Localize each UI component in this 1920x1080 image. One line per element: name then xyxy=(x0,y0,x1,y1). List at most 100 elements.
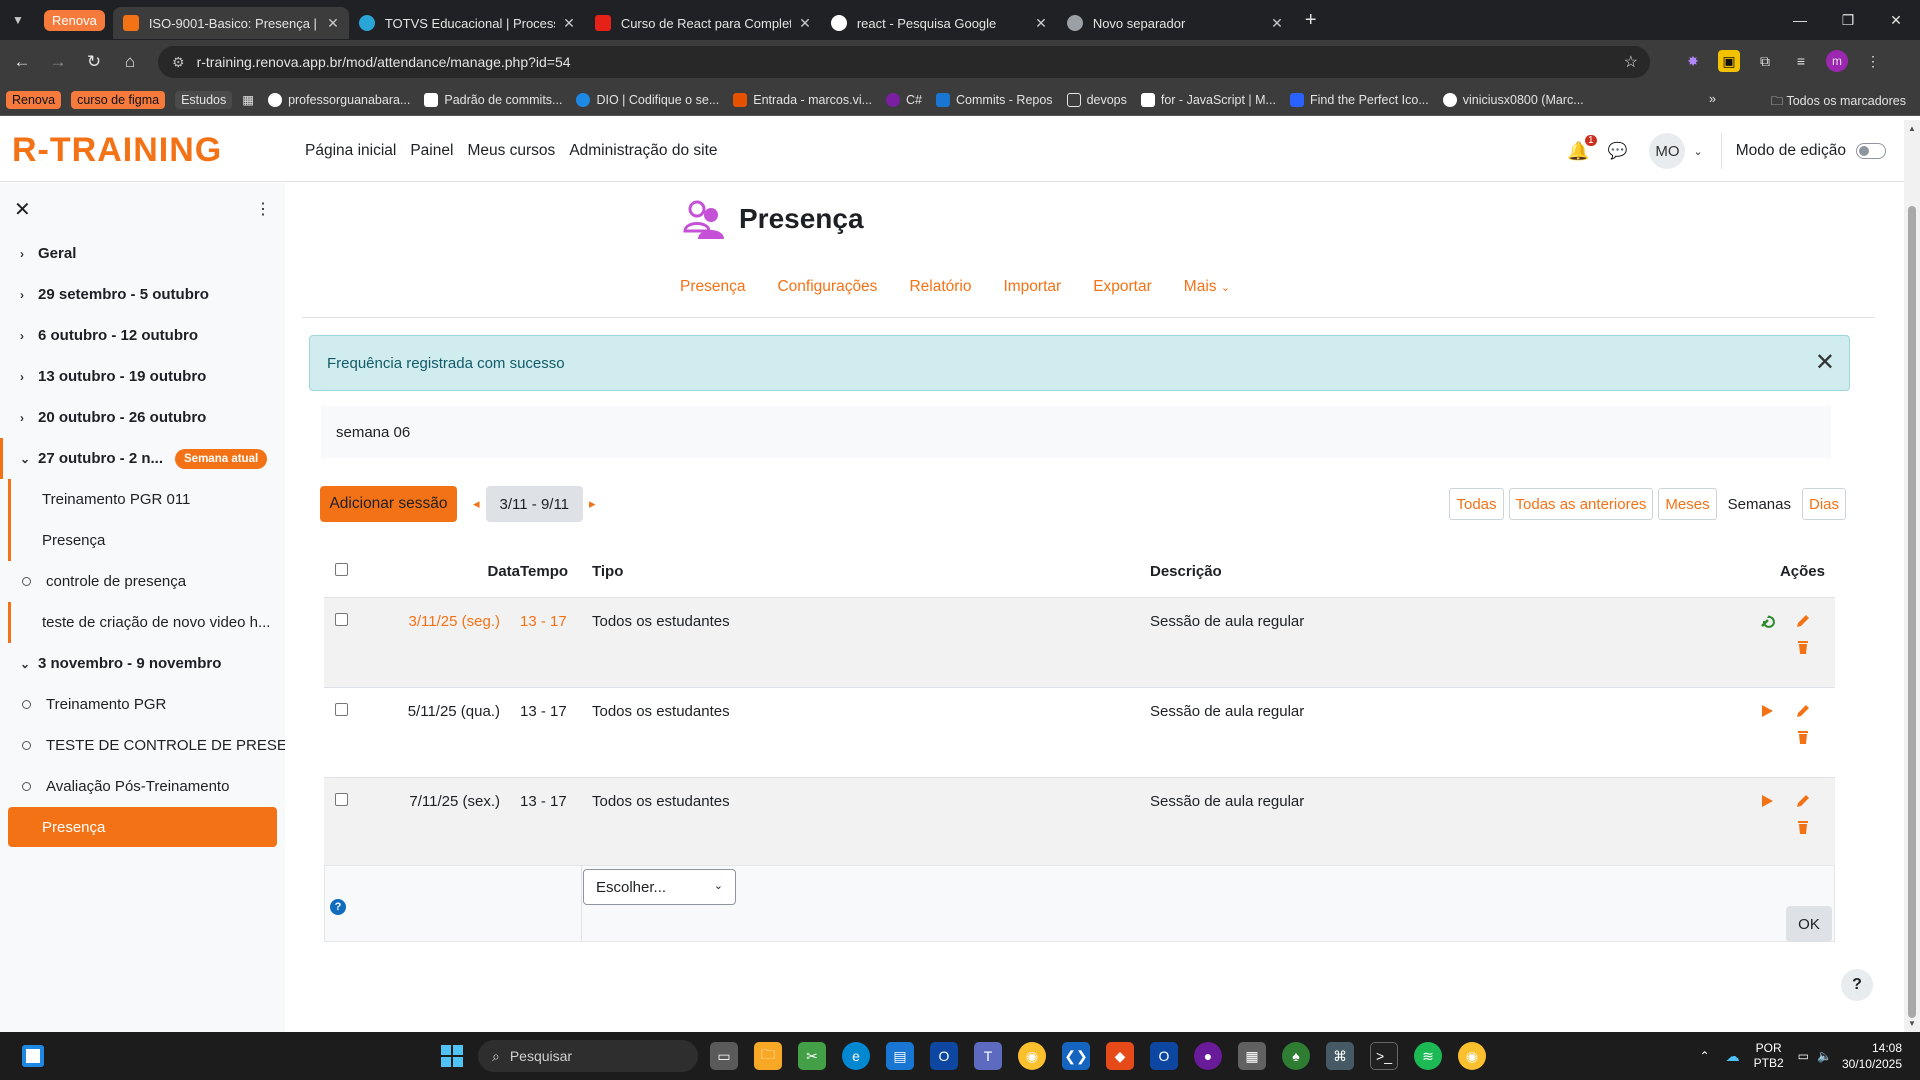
outlook-icon[interactable]: O xyxy=(930,1042,958,1070)
bookmark-item[interactable]: for - JavaScript | M... xyxy=(1140,92,1276,107)
teams-icon[interactable]: T xyxy=(974,1042,1002,1070)
change-attendance-icon[interactable] xyxy=(1759,613,1775,629)
page-help-button[interactable]: ? xyxy=(1841,969,1873,1001)
onedrive-cloud-icon[interactable]: ☁ xyxy=(1726,1048,1740,1065)
calculator-icon[interactable]: ▦ xyxy=(1238,1042,1266,1070)
activity-item-active[interactable]: Presença xyxy=(8,807,277,847)
new-tab-icon[interactable]: + xyxy=(1305,9,1317,32)
all-bookmarks[interactable]: 🗀 Todos os marcadores xyxy=(1771,92,1906,113)
browser-tab[interactable]: Novo separador ✕ xyxy=(1057,7,1293,39)
extension-yellow-icon[interactable]: ▣ xyxy=(1718,50,1740,72)
edit-pencil-icon[interactable] xyxy=(1795,613,1811,629)
previous-week-arrow-icon[interactable]: ◂ xyxy=(473,496,480,512)
mongodb-icon[interactable]: ♠ xyxy=(1282,1042,1310,1070)
back-icon[interactable]: ← xyxy=(4,52,40,72)
browser-tab[interactable]: TOTVS Educacional | Processo S ✕ xyxy=(349,7,585,39)
browser-tab[interactable]: react - Pesquisa Google ✕ xyxy=(821,7,1057,39)
chevron-right-icon[interactable]: › xyxy=(20,329,38,343)
close-tab-icon[interactable]: ✕ xyxy=(799,15,811,32)
session-time-link[interactable]: 13 - 17 xyxy=(520,597,592,688)
close-tab-icon[interactable]: ✕ xyxy=(327,15,339,32)
browser-tab[interactable]: ISO-9001-Basico: Presença | R-T ✕ xyxy=(112,7,349,39)
take-attendance-play-icon[interactable] xyxy=(1759,793,1775,809)
site-info-icon[interactable]: ⚙ xyxy=(172,54,185,71)
chevron-down-icon[interactable]: ⌄ xyxy=(20,452,38,466)
next-week-arrow-icon[interactable]: ▸ xyxy=(589,496,596,512)
tab-export[interactable]: Exportar xyxy=(1093,278,1152,296)
activity-item[interactable]: Treinamento PGR 011 xyxy=(8,479,285,520)
row-checkbox[interactable] xyxy=(335,792,348,806)
bookmark-group-chip[interactable]: Estudos xyxy=(175,90,233,109)
activity-item[interactable]: controle de presença xyxy=(0,561,285,602)
chrome-profile-icon[interactable]: ◉ xyxy=(1458,1042,1486,1070)
view-days-button[interactable]: Dias xyxy=(1801,488,1846,520)
course-section[interactable]: › 6 outubro - 12 outubro xyxy=(0,315,285,356)
bookmark-item[interactable]: viniciusx0800 (Marc... xyxy=(1442,92,1584,107)
bookmark-star-icon[interactable]: ☆ xyxy=(1624,52,1638,72)
delete-trash-icon[interactable] xyxy=(1795,819,1811,835)
file-explorer-icon[interactable]: 🗀 xyxy=(754,1042,782,1070)
more-bookmarks-icon[interactable]: » xyxy=(1709,92,1716,106)
delete-trash-icon[interactable] xyxy=(1795,729,1811,745)
bookmark-group-chip[interactable]: curso de figma xyxy=(71,90,166,109)
close-window-icon[interactable]: ✕ xyxy=(1872,0,1920,40)
browser-tab[interactable]: Curso de React para Completos ✕ xyxy=(585,7,821,39)
show-hidden-icons-icon[interactable]: ⌃ xyxy=(1700,1049,1710,1063)
store-icon[interactable]: ▤ xyxy=(886,1042,914,1070)
ok-button[interactable]: OK xyxy=(1786,906,1832,942)
edge-icon[interactable]: e xyxy=(842,1042,870,1070)
chevron-down-icon[interactable]: ⌄ xyxy=(1693,145,1702,158)
view-all-button[interactable]: Todas xyxy=(1449,488,1504,520)
tab-group-chip[interactable]: Renova xyxy=(44,9,105,31)
browser-menu-icon[interactable]: ⋮ xyxy=(1862,50,1884,72)
bookmark-item[interactable]: professorguanabara... xyxy=(268,92,410,107)
activity-item[interactable]: teste de criação de novo video h... xyxy=(8,602,285,643)
outlook-new-icon[interactable]: O xyxy=(1150,1042,1178,1070)
bookmark-item[interactable]: C# xyxy=(886,92,922,107)
profile-avatar-icon[interactable]: m xyxy=(1826,50,1848,72)
tab-more[interactable]: Mais ⌄ xyxy=(1184,278,1230,296)
nav-home[interactable]: Página inicial xyxy=(305,142,396,160)
reading-list-icon[interactable]: ≡ xyxy=(1790,50,1812,72)
course-section[interactable]: › Geral xyxy=(0,233,285,274)
bookmark-item[interactable]: devops xyxy=(1066,92,1127,107)
url-input[interactable]: ⚙ r-training.renova.app.br/mod/attendanc… xyxy=(158,46,1650,78)
network-monitor-icon[interactable]: ▭ xyxy=(1798,1049,1809,1063)
nav-dashboard[interactable]: Painel xyxy=(410,142,453,160)
close-tab-icon[interactable]: ✕ xyxy=(1271,15,1283,32)
session-date-link[interactable]: 3/11/25 (seg.) xyxy=(370,597,520,688)
reload-icon[interactable]: ↻ xyxy=(76,52,112,72)
current-week-range[interactable]: 3/11 - 9/11 xyxy=(485,486,584,522)
activity-item[interactable]: TESTE DE CONTROLE DE PRESE... xyxy=(0,725,285,766)
bookmark-item[interactable]: DIO | Codifique o se... xyxy=(576,92,719,107)
column-date[interactable]: Data xyxy=(370,547,520,598)
scrollbar-thumb[interactable] xyxy=(1908,206,1916,1018)
notifications-bell-icon[interactable]: 🔔 1 xyxy=(1567,134,1597,162)
bookmark-item[interactable]: Padrão de commits... xyxy=(424,92,562,107)
close-alert-icon[interactable]: ✕ xyxy=(1815,348,1835,377)
windows-start-icon[interactable] xyxy=(441,1045,463,1067)
select-all-checkbox[interactable] xyxy=(335,563,348,577)
more-options-icon[interactable]: ⋮ xyxy=(255,199,271,219)
edit-pencil-icon[interactable] xyxy=(1795,703,1811,719)
delete-trash-icon[interactable] xyxy=(1795,639,1811,655)
course-section[interactable]: › 20 outubro - 26 outubro xyxy=(0,397,285,438)
bookmark-item[interactable]: Entrada - marcos.vi... xyxy=(733,92,872,107)
snipping-tool-icon[interactable]: ✂ xyxy=(798,1042,826,1070)
vscode-icon[interactable]: ❮❯ xyxy=(1062,1042,1090,1070)
view-all-past-button[interactable]: Todas as anteriores xyxy=(1508,488,1654,520)
course-section[interactable]: › 13 outubro - 19 outubro xyxy=(0,356,285,397)
tab-settings[interactable]: Configurações xyxy=(777,278,877,296)
view-months-button[interactable]: Meses xyxy=(1658,488,1717,520)
chevron-right-icon[interactable]: › xyxy=(20,370,38,384)
close-tab-icon[interactable]: ✕ xyxy=(1035,15,1047,32)
nav-my-courses[interactable]: Meus cursos xyxy=(467,142,555,160)
taskbar-clock[interactable]: 14:08 30/10/2025 xyxy=(1842,1040,1902,1072)
close-tab-icon[interactable]: ✕ xyxy=(563,15,575,32)
activity-item[interactable]: Avaliação Pós-Treinamento xyxy=(0,766,285,807)
column-time[interactable]: Tempo xyxy=(520,547,592,598)
bookmark-item[interactable]: Commits - Repos xyxy=(936,92,1053,107)
apps-grid-icon[interactable]: ▦ xyxy=(242,92,254,107)
spotify-icon[interactable]: ≋ xyxy=(1414,1042,1442,1070)
extensions-icon[interactable]: ⧉ xyxy=(1754,50,1776,72)
